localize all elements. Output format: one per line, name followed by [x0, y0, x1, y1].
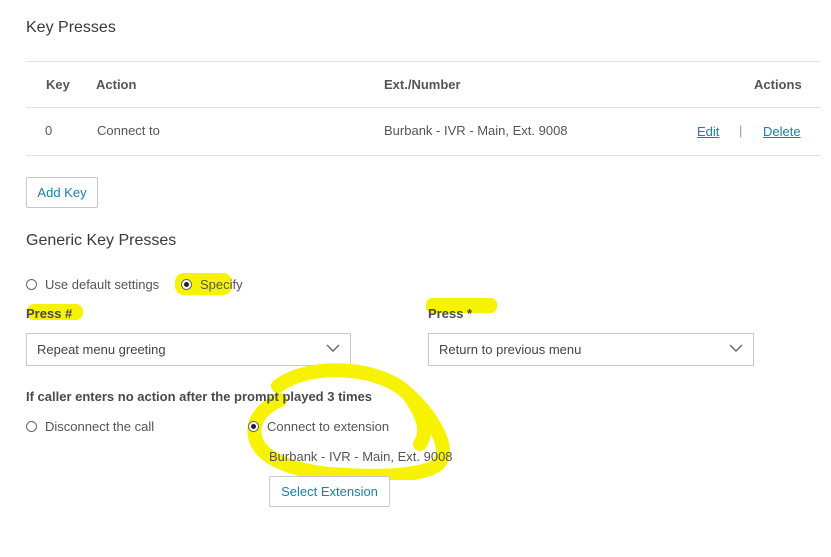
- disconnect-call-radio[interactable]: Disconnect the call: [26, 419, 154, 434]
- no-action-label: If caller enters no action after the pro…: [26, 389, 373, 404]
- chevron-down-icon: [729, 344, 743, 352]
- radio-checked-icon: [248, 421, 259, 432]
- key-presses-title: Key Presses: [26, 19, 116, 36]
- generic-key-presses-title: Generic Key Presses: [26, 232, 177, 249]
- edit-link[interactable]: Edit: [697, 124, 719, 139]
- press-hash-label: Press #: [26, 306, 73, 321]
- column-header-ext: Ext./Number: [384, 77, 461, 92]
- column-header-key: Key: [46, 77, 70, 92]
- specify-label: Specify: [200, 277, 243, 292]
- radio-unchecked-icon: [26, 279, 37, 290]
- delete-link[interactable]: Delete: [763, 124, 801, 139]
- use-default-settings-radio[interactable]: Use default settings: [26, 277, 159, 292]
- connect-to-extension-radio[interactable]: Connect to extension: [248, 419, 389, 434]
- selected-extension-text: Burbank - IVR - Main, Ext. 9008: [269, 449, 453, 464]
- press-star-value: Return to previous menu: [439, 342, 582, 357]
- use-default-settings-label: Use default settings: [45, 277, 160, 292]
- row-ext: Burbank - IVR - Main, Ext. 9008: [384, 123, 568, 138]
- add-key-button[interactable]: Add Key: [26, 177, 98, 208]
- press-star-label: Press *: [428, 306, 473, 321]
- select-extension-button[interactable]: Select Extension: [269, 476, 390, 507]
- specify-radio[interactable]: Specify: [181, 277, 243, 292]
- table-bottom-divider: [26, 155, 821, 156]
- radio-unchecked-icon: [26, 421, 37, 432]
- row-action: Connect to: [97, 123, 160, 138]
- disconnect-call-label: Disconnect the call: [45, 419, 155, 434]
- table-header-divider: [26, 107, 821, 108]
- column-header-actions: Actions: [754, 77, 802, 92]
- press-hash-value: Repeat menu greeting: [37, 342, 166, 357]
- connect-to-extension-label: Connect to extension: [267, 419, 390, 434]
- row-key: 0: [45, 123, 53, 138]
- chevron-down-icon: [326, 344, 340, 352]
- table-top-divider: [26, 61, 821, 62]
- radio-checked-icon: [181, 279, 192, 290]
- action-separator: |: [739, 123, 743, 138]
- column-header-action: Action: [96, 77, 137, 92]
- press-star-select[interactable]: Return to previous menu: [428, 333, 754, 366]
